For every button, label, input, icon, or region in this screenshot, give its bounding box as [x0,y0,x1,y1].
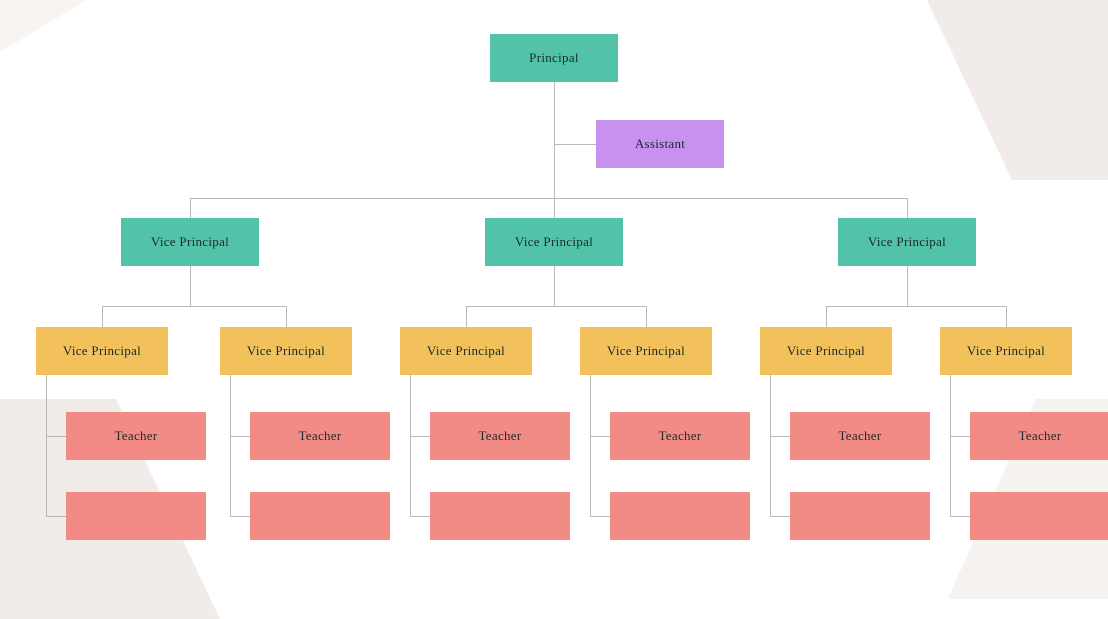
connector [410,436,430,437]
connector [554,144,596,145]
node-teacher-3b [430,492,570,540]
connector [190,266,191,306]
connector [102,306,287,307]
connector [286,306,287,327]
connector [950,516,970,517]
node-vp-3b: Vice Principal [940,327,1072,375]
node-teacher-2: Teacher [250,412,390,460]
connector [46,436,66,437]
connector [1006,306,1007,327]
node-vp-1b: Vice Principal [220,327,352,375]
node-teacher-4: Teacher [610,412,750,460]
node-teacher-1b [66,492,206,540]
node-vp-3a: Vice Principal [760,327,892,375]
connector [410,375,411,516]
connector [554,266,555,306]
connector [190,198,908,199]
node-teacher-3: Teacher [430,412,570,460]
node-vp-2: Vice Principal [485,218,623,266]
bg-shape-top-left [0,0,120,100]
connector [826,306,1006,307]
connector [190,198,191,218]
connector [907,266,908,306]
connector [466,306,646,307]
connector [770,375,771,516]
node-teacher-2b [250,492,390,540]
connector [46,375,47,516]
node-vp-1: Vice Principal [121,218,259,266]
connector [230,516,250,517]
node-vp-3: Vice Principal [838,218,976,266]
connector [826,306,827,327]
connector [590,516,610,517]
connector [102,306,103,327]
connector [46,516,66,517]
bg-shape-top-right [908,0,1108,180]
connector [950,375,951,516]
connector [410,516,430,517]
node-assistant: Assistant [596,120,724,168]
node-teacher-6b [970,492,1108,540]
connector [590,375,591,516]
node-vp-2a: Vice Principal [400,327,532,375]
connector [230,436,250,437]
node-teacher-1: Teacher [66,412,206,460]
connector [230,375,231,516]
connector [770,436,790,437]
connector [466,306,467,327]
connector [554,198,555,218]
node-vp-2b: Vice Principal [580,327,712,375]
node-principal: Principal [490,34,618,82]
connector [950,436,970,437]
connector [907,198,908,218]
node-teacher-4b [610,492,750,540]
connector [554,82,555,198]
connector [590,436,610,437]
node-teacher-5: Teacher [790,412,930,460]
node-teacher-6: Teacher [970,412,1108,460]
connector [770,516,790,517]
node-vp-1a: Vice Principal [36,327,168,375]
connector [646,306,647,327]
node-teacher-5b [790,492,930,540]
